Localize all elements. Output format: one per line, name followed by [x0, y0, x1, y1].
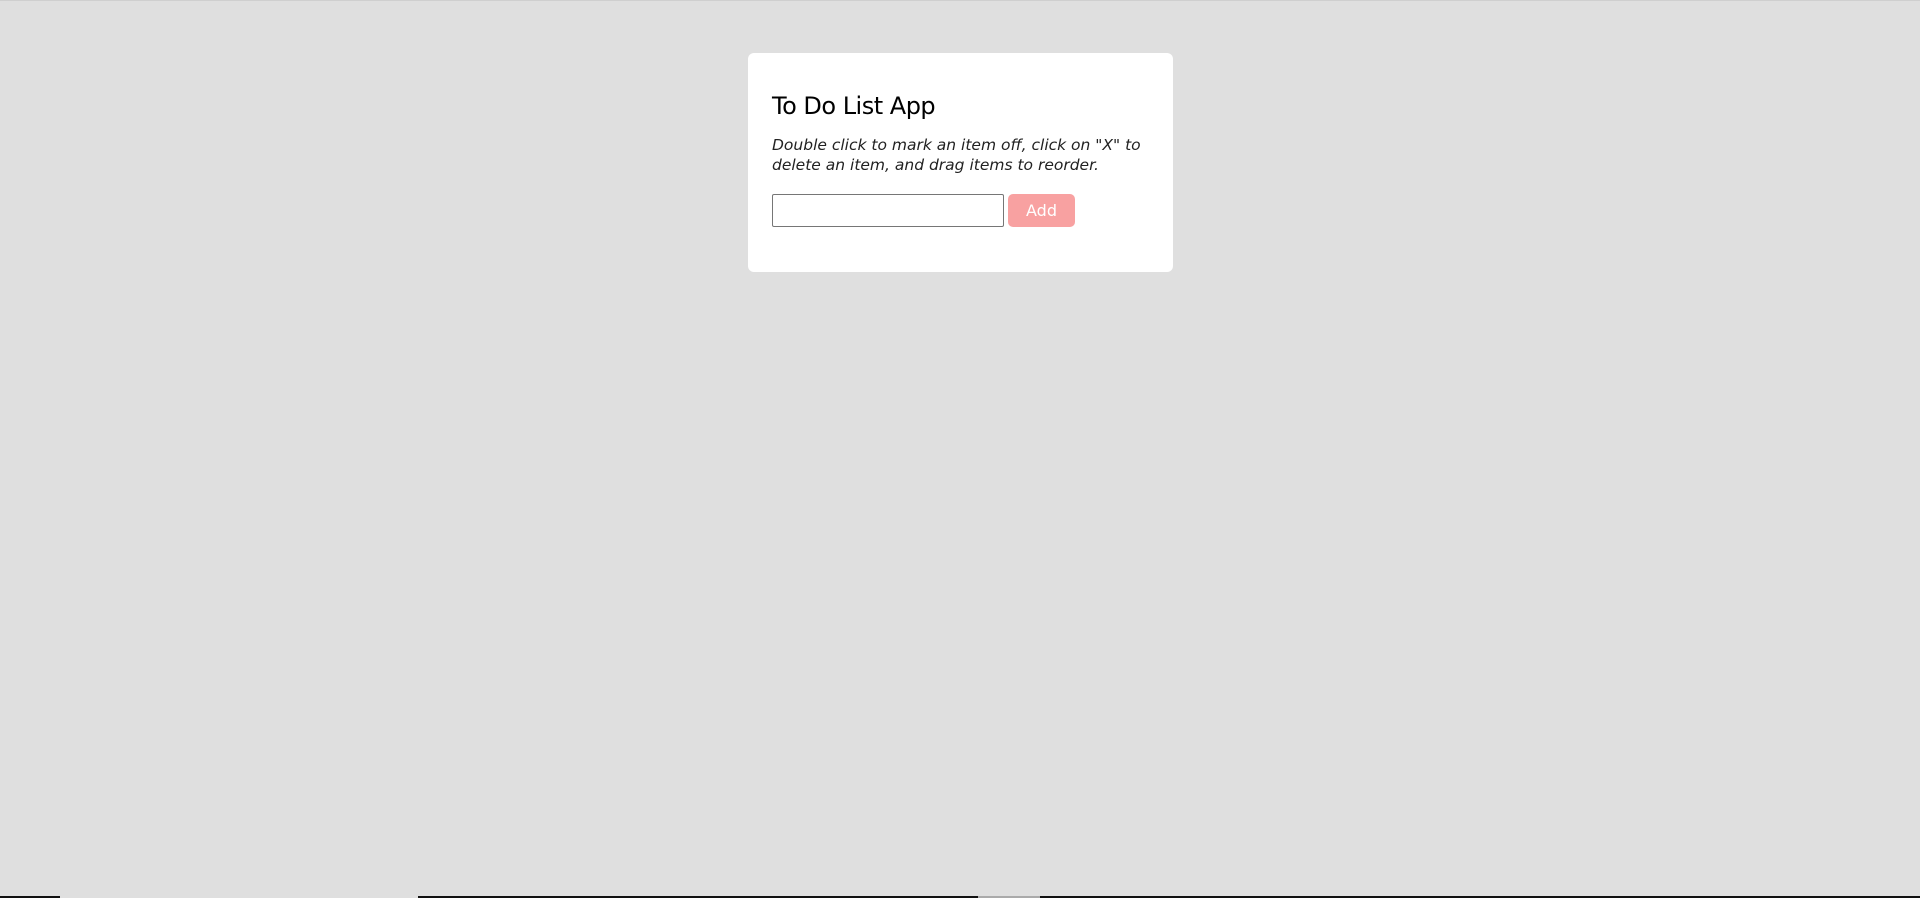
- app-title: To Do List App: [772, 92, 936, 120]
- new-item-input[interactable]: [772, 194, 1004, 227]
- instructions-text: Double click to mark an item off, click …: [772, 136, 1141, 174]
- todo-card: To Do List App Double click to mark an i…: [748, 53, 1173, 272]
- add-button[interactable]: Add: [1008, 194, 1075, 227]
- add-item-form: Add: [772, 194, 1149, 227]
- page: { "app": { "title": "To Do List App", "i…: [0, 0, 1920, 898]
